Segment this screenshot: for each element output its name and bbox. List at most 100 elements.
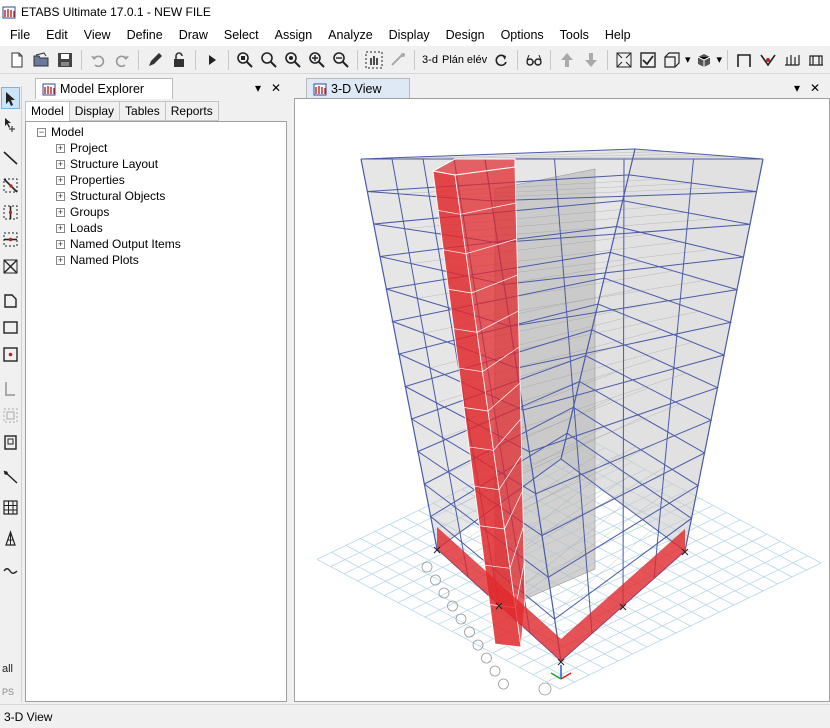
expand-icon[interactable]: + [56,207,65,217]
draw-slab-button[interactable] [1,431,20,453]
grid-bubble [464,626,475,638]
draw-opening-button[interactable] [1,404,20,426]
pointer-button[interactable] [1,87,20,109]
menu-analyze[interactable]: Analyze [320,25,380,45]
dropdown-arrow-icon[interactable]: ▾ [685,53,691,66]
draw-polygon-button[interactable] [1,289,20,311]
perspective-button[interactable] [523,49,545,71]
expand-icon[interactable]: + [56,191,65,201]
reshape-button[interactable] [1,113,20,135]
menu-select[interactable]: Select [216,25,267,45]
move-up-button[interactable] [556,49,578,71]
model-3d-canvas[interactable] [294,98,830,702]
draw-line-button[interactable] [1,146,20,168]
building-model-drawing[interactable] [295,99,830,702]
draw-floor-button[interactable] [805,49,827,71]
view-3d-tab[interactable]: 3-D View [306,78,410,99]
draw-grid-button[interactable] [1,496,20,518]
view-options-icon[interactable]: ▾ [794,81,800,95]
tower-icon [5,529,16,546]
tree-root-model[interactable]: − Model [37,124,84,140]
tree-item-loads[interactable]: + Loads [56,220,103,236]
tree-item-groups[interactable]: + Groups [56,204,109,220]
move-down-button[interactable] [580,49,602,71]
expand-icon[interactable]: + [56,175,65,185]
menu-options[interactable]: Options [493,25,552,45]
draw-wall-button[interactable] [1,377,20,399]
menu-view[interactable]: View [76,25,119,45]
menu-define[interactable]: Define [119,25,171,45]
draw-cross-brace-button[interactable] [1,255,20,277]
expand-icon[interactable]: + [56,159,65,169]
measure-button[interactable] [387,49,409,71]
status-text: 3-D View [4,709,53,724]
open-button[interactable] [30,49,52,71]
draw-dimension-button[interactable] [1,527,20,549]
draw-beam-button[interactable] [781,49,803,71]
menu-draw[interactable]: Draw [171,25,216,45]
draw-point-button[interactable] [1,228,20,250]
tab-display[interactable]: Display [69,101,121,121]
view-3d-button[interactable]: 3-d [420,49,440,71]
menu-design[interactable]: Design [438,25,493,45]
tree-item-structural-objects[interactable]: + Structural Objects [56,188,165,204]
menu-file[interactable]: File [2,25,38,45]
menu-help[interactable]: Help [597,25,639,45]
menu-assign[interactable]: Assign [267,25,321,45]
expand-icon[interactable]: + [56,239,65,249]
dropdown-arrow-icon[interactable]: ▾ [717,53,723,66]
previous-selection-button[interactable]: PS [2,687,14,697]
zoom-previous-button[interactable] [282,49,304,71]
redo-button[interactable] [111,49,133,71]
draw-brace-button[interactable] [757,49,779,71]
expand-icon[interactable]: + [56,255,65,265]
expand-icon[interactable]: + [56,223,65,233]
draw-link-button[interactable] [1,465,20,487]
quick-draw-area-button[interactable] [1,343,20,365]
tree-item-named-plots[interactable]: + Named Plots [56,252,139,268]
draw-rectangle-button[interactable] [1,316,20,338]
zoom-full-button[interactable] [258,49,280,71]
save-button[interactable] [54,49,76,71]
menu-display[interactable]: Display [381,25,438,45]
collapse-icon[interactable]: − [37,127,46,137]
tree-item-properties[interactable]: + Properties [56,172,125,188]
draw-diagonal-button[interactable] [1,174,20,196]
tree-item-label: Structure Layout [70,157,159,171]
tree-item-label: Loads [70,221,103,235]
extrusion-button[interactable] [661,49,683,71]
plan-view-button[interactable]: Plán [442,49,464,71]
draw-spline-button[interactable] [1,558,20,580]
tree-item-project[interactable]: + Project [56,140,107,156]
run-analysis-button[interactable] [201,49,223,71]
draw-frame-button[interactable] [733,49,755,71]
tab-tables[interactable]: Tables [120,101,166,121]
new-file-button[interactable] [6,49,28,71]
select-all-button[interactable]: all [2,663,13,675]
set-display-button[interactable] [637,49,659,71]
draw-column-button[interactable] [1,201,20,223]
menu-edit[interactable]: Edit [38,25,76,45]
lock-button[interactable] [168,49,190,71]
close-icon[interactable]: ✕ [810,81,820,95]
zoom-out-button[interactable] [330,49,352,71]
view-options-button[interactable] [693,49,715,71]
draw-pencil-button[interactable] [144,49,166,71]
zoom-rubber-button[interactable] [234,49,256,71]
elevation-view-button[interactable]: elév [466,49,488,71]
tree-item-structure-layout[interactable]: + Structure Layout [56,156,158,172]
tab-model[interactable]: Model [25,101,70,122]
tab-reports[interactable]: Reports [165,101,219,121]
pan-button[interactable] [363,49,385,71]
menu-tools[interactable]: Tools [552,25,597,45]
model-explorer-tab[interactable]: Model Explorer [35,78,173,99]
object-shrink-button[interactable] [613,49,635,71]
rotate-button[interactable] [490,49,512,71]
undo-button[interactable] [87,49,109,71]
zoom-in-button[interactable] [306,49,328,71]
grid-bubble [421,561,433,573]
panel-options-icon[interactable]: ▾ [255,81,261,95]
expand-icon[interactable]: + [56,143,65,153]
close-icon[interactable]: ✕ [271,81,281,95]
tree-item-named-output-items[interactable]: + Named Output Items [56,236,181,252]
